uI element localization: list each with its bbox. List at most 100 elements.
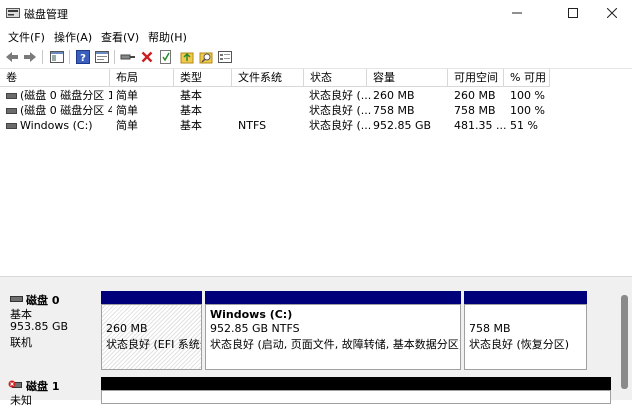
volume-filesystem: NTFS — [238, 119, 267, 132]
windows-partition[interactable]: Windows (C:) 952.85 GB NTFS 状态良好 (启动, 页面… — [205, 304, 461, 370]
unallocated-region[interactable] — [101, 390, 611, 404]
partition-status: 状态良好 (启动, 页面文件, 故障转储, 基本数据分区) — [210, 338, 460, 351]
volume-capacity: 952.85 GB — [373, 119, 432, 132]
menu-action[interactable]: 操作(A) — [54, 29, 92, 45]
check-icon — [160, 50, 171, 64]
explore-button[interactable] — [198, 49, 214, 65]
column-header-capacity[interactable]: 容量 — [367, 69, 448, 87]
volume-capacity: 260 MB — [373, 89, 415, 102]
open-folder-button[interactable] — [179, 49, 195, 65]
disk-type: 未知 — [10, 394, 32, 407]
partition-size: 260 MB — [106, 322, 148, 335]
volume-list: 卷 布局 类型 文件系统 状态 容量 可用空间 % 可用 (磁盘 0 磁盘分区 … — [0, 69, 632, 276]
volume-layout: 简单 — [116, 119, 138, 132]
volume-layout: 简单 — [116, 104, 138, 117]
properties-icon — [95, 51, 109, 63]
partition-header-stripe — [205, 291, 461, 304]
back-icon — [6, 52, 18, 62]
settings-button[interactable] — [217, 49, 233, 65]
volume-icon — [6, 93, 17, 99]
volume-status: 状态良好 (... — [309, 89, 372, 102]
window-title: 磁盘管理 — [24, 8, 68, 21]
close-button[interactable] — [589, 0, 632, 26]
forward-icon — [24, 52, 36, 62]
toolbar-separator — [114, 50, 115, 64]
disk-error-icon — [8, 380, 22, 388]
maximize-icon — [568, 8, 578, 18]
scrollbar-thumb[interactable] — [621, 295, 628, 389]
disk-management-icon — [6, 8, 20, 18]
volume-name: (磁盘 0 磁盘分区 4) — [20, 104, 112, 117]
efi-partition[interactable]: 260 MB 状态良好 (EFI 系统分区) — [101, 304, 202, 370]
vertical-scrollbar[interactable] — [617, 283, 632, 400]
back-button[interactable] — [4, 49, 20, 65]
connect-icon — [120, 54, 135, 60]
partition-size: 952.85 GB NTFS — [210, 322, 300, 335]
partition-status: 状态良好 (恢复分区) — [469, 338, 570, 351]
volume-free-space: 260 MB — [454, 89, 496, 102]
volume-type: 基本 — [180, 119, 202, 132]
volume-status: 状态良好 (... — [309, 119, 372, 132]
partition-size: 758 MB — [469, 322, 511, 335]
minimize-button[interactable] — [494, 0, 540, 26]
check-button[interactable] — [158, 49, 174, 65]
unallocated-header-stripe — [101, 377, 611, 390]
toolbar-separator — [69, 50, 70, 64]
column-header-status[interactable]: 状态 — [304, 69, 367, 87]
connect-button[interactable] — [120, 49, 136, 65]
volume-percent-free: 100 % — [510, 89, 545, 102]
title-bar: 磁盘管理 — [0, 0, 632, 26]
volume-percent-free: 100 % — [510, 104, 545, 117]
column-header-filesystem[interactable]: 文件系统 — [232, 69, 304, 87]
disk-graph-view: 磁盘 0 基本 953.85 GB 联机 260 MB 状态良好 (EFI 系统… — [0, 283, 632, 407]
volume-percent-free: 51 % — [510, 119, 538, 132]
volume-name: Windows (C:) — [20, 119, 93, 132]
toolbar-separator — [42, 50, 43, 64]
disk-icon — [10, 296, 23, 302]
partition-header-stripe — [464, 291, 587, 304]
column-header-free-space[interactable]: 可用空间 — [448, 69, 504, 87]
forward-button[interactable] — [22, 49, 38, 65]
minimize-icon — [512, 12, 522, 14]
column-header-percent-free[interactable]: % 可用 — [504, 69, 550, 87]
volume-free-space: 481.35 ... — [454, 119, 507, 132]
partition-label: Windows (C:) — [210, 308, 293, 321]
partition-header-stripe — [101, 291, 202, 304]
console-tree-button[interactable] — [49, 49, 65, 65]
volume-type: 基本 — [180, 89, 202, 102]
help-button[interactable]: ? — [75, 49, 91, 65]
column-header-type[interactable]: 类型 — [174, 69, 232, 87]
toolbar: ? — [0, 46, 632, 69]
volume-type: 基本 — [180, 104, 202, 117]
column-header-volume[interactable]: 卷 — [0, 69, 110, 87]
settings-icon — [218, 51, 232, 63]
menu-file[interactable]: 文件(F) — [8, 29, 45, 45]
console-tree-icon — [50, 51, 64, 63]
disk-label[interactable]: 磁盘 0 基本 953.85 GB 联机 — [4, 290, 96, 370]
explore-icon — [199, 52, 213, 64]
menu-help[interactable]: 帮助(H) — [148, 29, 187, 45]
properties-button[interactable] — [94, 49, 110, 65]
disk-size: 953.85 GB — [10, 320, 69, 333]
volume-free-space: 758 MB — [454, 104, 496, 117]
menu-view[interactable]: 查看(V) — [101, 29, 139, 45]
volume-status: 状态良好 (... — [309, 104, 372, 117]
pane-splitter[interactable] — [0, 276, 632, 283]
svg-text:?: ? — [80, 53, 86, 64]
help-icon: ? — [76, 50, 90, 64]
delete-icon — [141, 51, 153, 63]
disk-label[interactable]: 磁盘 1 未知 — [4, 376, 96, 407]
open-folder-icon — [180, 52, 194, 64]
volume-layout: 简单 — [116, 89, 138, 102]
volume-icon — [6, 123, 17, 129]
delete-button[interactable] — [139, 49, 155, 65]
column-header-layout[interactable]: 布局 — [110, 69, 174, 87]
menu-bar: 文件(F) 操作(A) 查看(V) 帮助(H) — [0, 26, 632, 46]
disk-status: 联机 — [10, 336, 32, 349]
recovery-partition[interactable]: 758 MB 状态良好 (恢复分区) — [464, 304, 587, 370]
volume-name: (磁盘 0 磁盘分区 1) — [20, 89, 112, 102]
close-icon — [607, 8, 617, 18]
volume-icon — [6, 108, 17, 114]
volume-capacity: 758 MB — [373, 104, 415, 117]
partition-status: 状态良好 (EFI 系统分区) — [106, 338, 201, 351]
